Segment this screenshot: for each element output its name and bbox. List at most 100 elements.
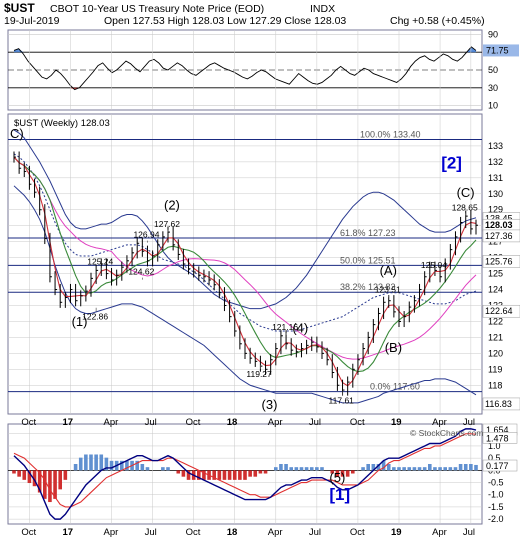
price-tag: 127.36 [485, 231, 513, 241]
macd-hist-bar [304, 467, 309, 471]
macd-hist-bar [63, 470, 68, 480]
wave-label: (B) [385, 340, 402, 355]
price-x-tick-label: 18 [227, 417, 238, 428]
macd-hist-bar [458, 464, 463, 471]
wave-label: (4) [292, 321, 308, 336]
macd-hist-bar [274, 467, 278, 471]
macd-hist-bar [17, 470, 21, 477]
price-tag: 125.76 [485, 256, 513, 266]
macd-x-tick-label: Oct [186, 527, 201, 538]
macd-hist-bar [243, 470, 247, 480]
macd-x-tick-label: 19 [391, 527, 402, 538]
macd-x-tick-label: 17 [62, 527, 73, 538]
price-label: 125.24 [87, 257, 113, 267]
macd-hist-bar [320, 467, 324, 471]
macd-hist-bar [176, 470, 181, 474]
macd-hist-bar [443, 467, 447, 471]
macd-hist-bar [181, 470, 186, 477]
price-x-tick-label: Jul [463, 417, 475, 428]
wave-label: (A) [380, 263, 397, 278]
macd-hist-bar [392, 467, 396, 471]
date-label: 19-Jul-2019 [4, 15, 60, 27]
macd-hist-bar [402, 467, 406, 471]
ohlc-label: Open 127.53 High 128.03 Low 127.29 Close… [104, 15, 346, 27]
macd-hist-bar [232, 470, 237, 480]
price-tag: 116.83 [485, 399, 512, 409]
price-label: 128.65 [452, 202, 478, 212]
wave-label: (C) [457, 185, 475, 200]
macd-hist-bar [58, 470, 62, 490]
macd-hist-bar [22, 470, 27, 480]
price-tick-label: 133 [488, 141, 503, 151]
price-x-tick-label: Apr [268, 417, 283, 428]
macd-hist-bar [299, 467, 304, 471]
price-tick-label: 124 [488, 285, 503, 295]
macd-hist-bar [109, 460, 114, 471]
macd-hist-bar [469, 464, 473, 471]
macd-hist-bar [99, 454, 104, 471]
macd-hist-bar [474, 464, 478, 471]
price-tick-label: 121 [488, 332, 503, 342]
macd-hist-bar [248, 470, 252, 477]
price-tick-label: 130 [488, 189, 503, 199]
macd-hist-bar [345, 470, 350, 477]
price-label: 117.61 [329, 396, 355, 406]
macd-hist-bar [463, 464, 468, 471]
price-tick-label: 122 [488, 316, 503, 326]
price-label: 119.27 [246, 369, 272, 379]
price-label: 127.62 [154, 219, 180, 229]
macd-hist-bar [227, 470, 232, 480]
macd-hist-bar [417, 467, 422, 471]
macd-hist-bar [407, 467, 412, 471]
macd-hist-bar [438, 467, 442, 471]
price-label: 125.04 [421, 260, 447, 270]
macd-hist-bar [84, 454, 88, 471]
macd-wave-label-blue: [1] [329, 485, 350, 504]
price-tag: 122.64 [485, 306, 513, 316]
macd-x-tick-label: 18 [227, 527, 238, 538]
rsi-current-tag: 71.75 [486, 45, 509, 55]
price-x-tick-label: Jul [145, 417, 157, 428]
macd-tag: 1.478 [486, 433, 509, 443]
price-tick-label: 119 [488, 364, 502, 374]
macd-hist-bar [289, 467, 293, 471]
price-tick-label: 125 [488, 269, 503, 279]
macd-hist-bar [294, 467, 299, 471]
price-x-tick-label: Oct [186, 417, 201, 428]
price-x-tick-label: Oct [21, 417, 36, 428]
price-legend: $UST (Weekly) 128.03 [14, 118, 110, 129]
macd-hist-bar [448, 467, 453, 471]
rsi-tick-label: 10 [488, 101, 498, 111]
macd-hist-bar [43, 470, 47, 499]
macd-hist-bar [433, 467, 437, 471]
macd-tag: 0.177 [486, 461, 509, 471]
price-tick-label: 132 [488, 157, 503, 167]
watermark: © StockCharts.com [410, 428, 483, 438]
exchange-desc: CBOT 10-Year US Treasury Note Price (EOD… [50, 3, 264, 15]
macd-hist-bar [263, 470, 268, 474]
macd-hist-bar [217, 470, 222, 480]
price-label: 124.62 [128, 267, 154, 277]
macd-x-tick-label: Jul [145, 527, 157, 538]
macd-tick-label: -1.0 [488, 490, 504, 500]
stock-chart: $UST CBOT 10-Year US Treasury Note Price… [0, 0, 520, 540]
fib-label-100: 100.0% 133.40 [360, 130, 421, 140]
macd-hist-bar [361, 467, 365, 471]
price-x-tick-label: Apr [104, 417, 119, 428]
rsi-tick-label: 90 [488, 29, 498, 39]
macd-hist-bar [309, 467, 314, 471]
macd-hist-bar [166, 467, 170, 471]
fib-label-618: 61.8% 127.23 [340, 228, 396, 238]
price-x-tick-label: Jul [309, 417, 321, 428]
symbol: $UST [4, 1, 35, 15]
macd-hist-bar [366, 464, 370, 471]
macd-hist-bar [238, 470, 242, 480]
macd-x-tick-label: Apr [104, 527, 119, 538]
price-tick-label: 131 [488, 173, 503, 183]
macd-hist-bar [140, 464, 145, 471]
macd-hist-bar [453, 467, 458, 471]
index-tag: INDX [310, 3, 335, 15]
macd-tick-label: -1.5 [488, 502, 504, 512]
macd-hist-bar [428, 464, 432, 471]
price-tick-label: 120 [488, 348, 503, 358]
